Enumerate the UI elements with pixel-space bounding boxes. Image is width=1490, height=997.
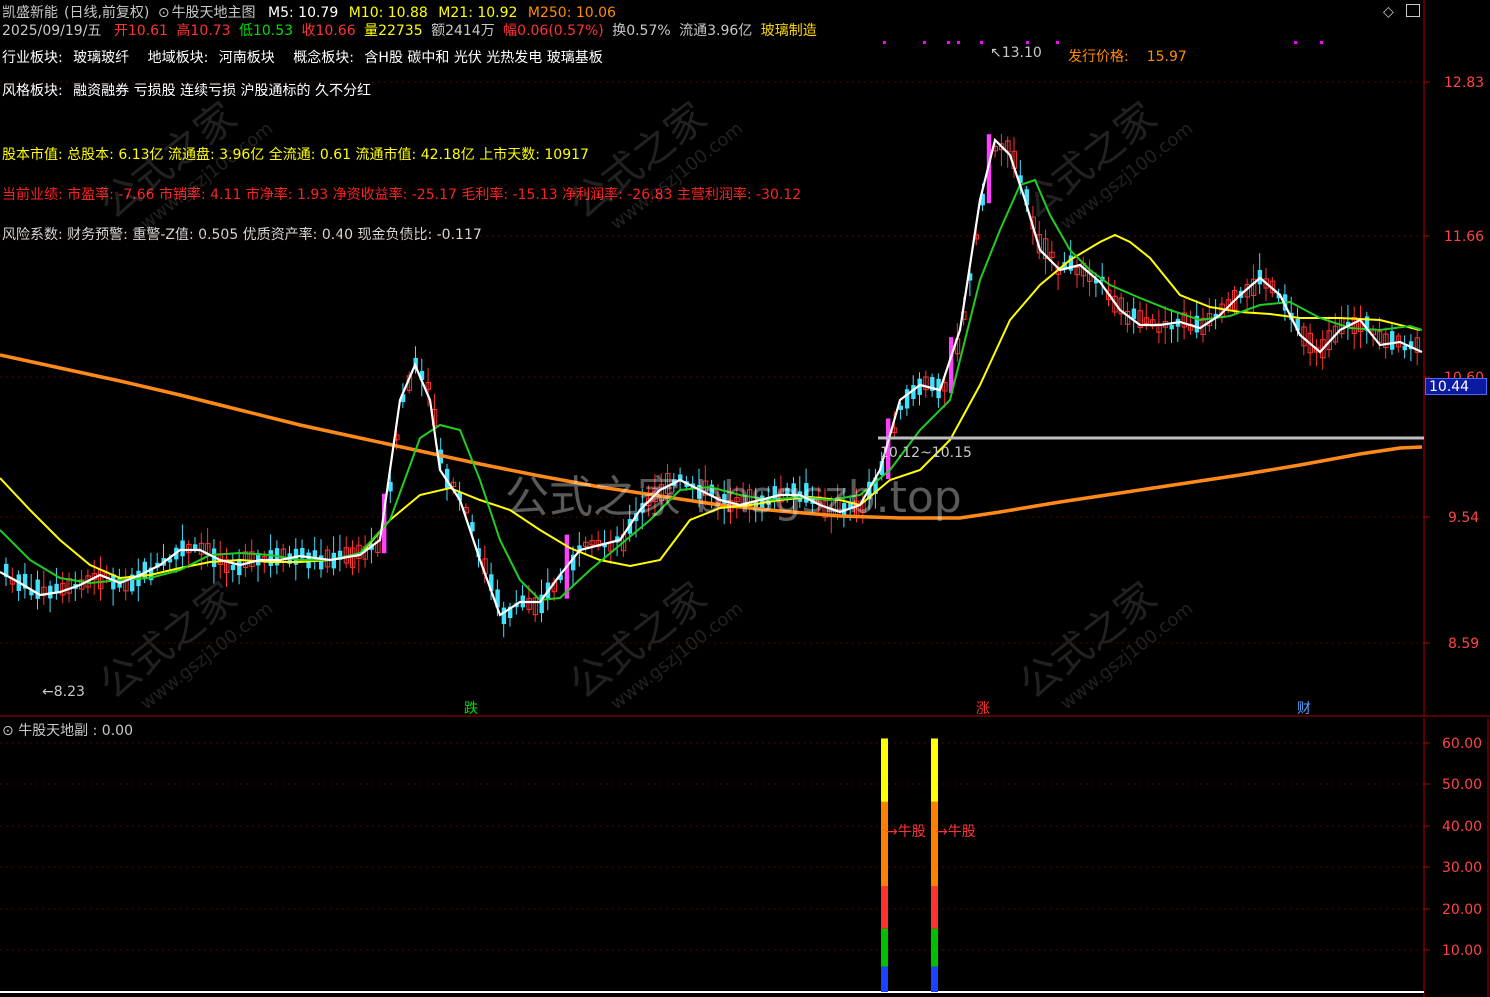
- high-mark: ↖13.10: [990, 45, 1042, 61]
- candle-body: [1169, 324, 1174, 330]
- sub-bar-segment: [881, 886, 888, 929]
- candle-body: [193, 544, 198, 550]
- sub-signal-bars: [881, 738, 938, 992]
- sub-bar-segment: [881, 928, 888, 967]
- sub-indicator-value: : 0.00: [92, 723, 133, 739]
- candle-body: [949, 337, 954, 394]
- candle-body: [35, 579, 40, 599]
- watermark-center: 公式之家 bhsgszb.top: [505, 472, 962, 523]
- sub-axis: 60.00 50.00 40.00 30.00 20.00 10.00: [1424, 736, 1482, 959]
- price-axis: 12.83 11.66 10.60 9.54 8.59: [1424, 75, 1484, 652]
- price-tick: 9.54: [1448, 510, 1479, 526]
- candle-body: [237, 559, 242, 576]
- candle-body: [180, 540, 185, 557]
- sub-bar-segment: [881, 738, 888, 802]
- sub-dropdown-icon[interactable]: ⊙: [2, 723, 14, 739]
- sub-bar-segment: [931, 886, 938, 929]
- range-label: 10.12~10.15: [880, 445, 972, 461]
- candle-body: [1402, 345, 1407, 351]
- sub-bar-segment: [881, 801, 888, 887]
- ma10-line: [0, 178, 1423, 602]
- candle-body: [268, 550, 273, 566]
- candle-body: [48, 585, 53, 599]
- signal-label: →牛股: [936, 824, 976, 840]
- low-mark: ←8.23: [42, 684, 85, 700]
- finance-marker[interactable]: 财: [1297, 701, 1311, 717]
- sub-bar-segment: [931, 928, 938, 967]
- sub-tick: 30.00: [1442, 860, 1482, 876]
- sub-indicator-name[interactable]: 牛股天地副: [18, 723, 88, 739]
- sub-tick: 20.00: [1442, 902, 1482, 918]
- candle-body: [1390, 331, 1395, 350]
- sub-bar-segment: [931, 801, 938, 887]
- sub-chart-title[interactable]: ⊙ 牛股天地副 : 0.00: [2, 720, 133, 740]
- signal-label: →牛股: [886, 824, 926, 840]
- main-chart[interactable]: 12.83 11.66 10.60 9.54 8.59 ↖13.10 ←8.23…: [0, 0, 1490, 997]
- sub-tick: 60.00: [1442, 736, 1482, 752]
- current-price-tag: 10.44: [1425, 378, 1487, 395]
- sub-bar-segment: [931, 738, 938, 802]
- price-tick: 11.66: [1444, 229, 1484, 245]
- sub-gridlines: [0, 742, 1424, 951]
- fall-marker[interactable]: 跌: [464, 701, 478, 717]
- candle-body: [319, 555, 324, 570]
- sub-bar-segment: [931, 966, 938, 992]
- sub-tick: 50.00: [1442, 777, 1482, 793]
- price-tick: 12.83: [1444, 75, 1484, 91]
- rise-marker[interactable]: 涨: [976, 701, 990, 717]
- price-tick: 8.59: [1448, 636, 1479, 652]
- candle-body: [230, 564, 236, 571]
- sub-tick: 40.00: [1442, 819, 1482, 835]
- ma5-line: [0, 137, 1423, 617]
- ma21-line: [0, 233, 1421, 580]
- candle-body: [1131, 308, 1137, 320]
- candle-body: [501, 607, 507, 625]
- sub-tick: 10.00: [1442, 943, 1482, 959]
- sub-bar-segment: [881, 966, 888, 992]
- signal-dots: [883, 41, 1323, 44]
